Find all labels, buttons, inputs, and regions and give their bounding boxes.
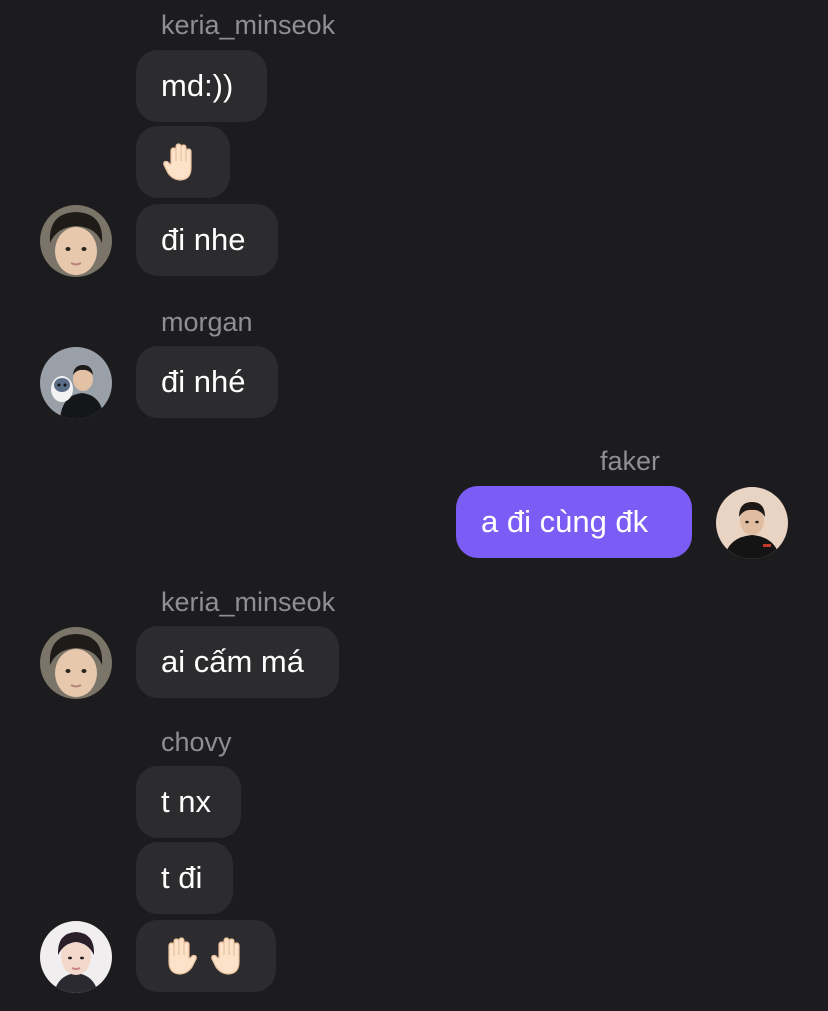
message-bubble-outgoing[interactable]: a đi cùng đk: [456, 486, 692, 558]
sender-name: keria_minseok: [161, 10, 336, 40]
sender-name: faker: [600, 446, 661, 476]
sender-name: chovy: [161, 727, 232, 757]
message-text: t đi: [161, 860, 203, 895]
message-text: đi nhe: [161, 222, 246, 257]
sender-name: keria_minseok: [161, 587, 336, 617]
raised-hand-icon: [161, 936, 199, 976]
message-bubble[interactable]: t nx: [136, 766, 241, 838]
message-text: ai cấm má: [161, 644, 304, 679]
avatar-morgan[interactable]: [40, 347, 112, 419]
message-text: t nx: [161, 784, 211, 819]
message-bubble[interactable]: md:)): [136, 50, 267, 122]
message-text: md:)): [161, 68, 234, 103]
message-bubble[interactable]: t đi: [136, 842, 233, 914]
avatar-keria-minseok[interactable]: [40, 627, 112, 699]
message-bubble[interactable]: đi nhe: [136, 204, 278, 276]
message-bubble[interactable]: [136, 126, 230, 198]
raised-hand-icon: [161, 142, 199, 182]
message-bubble[interactable]: ai cấm má: [136, 626, 339, 698]
avatar-chovy[interactable]: [40, 921, 112, 993]
raised-hand-icon: [209, 936, 247, 976]
message-bubble[interactable]: [136, 920, 276, 992]
message-text: đi nhé: [161, 364, 246, 399]
message-text: a đi cùng đk: [481, 504, 649, 539]
sender-name: morgan: [161, 307, 253, 337]
chat-thread: keria_minseok md:)) đi nhe morgan đi nhé…: [0, 0, 828, 1011]
avatar-keria-minseok[interactable]: [40, 205, 112, 277]
message-bubble[interactable]: đi nhé: [136, 346, 278, 418]
avatar-faker[interactable]: [716, 487, 788, 559]
